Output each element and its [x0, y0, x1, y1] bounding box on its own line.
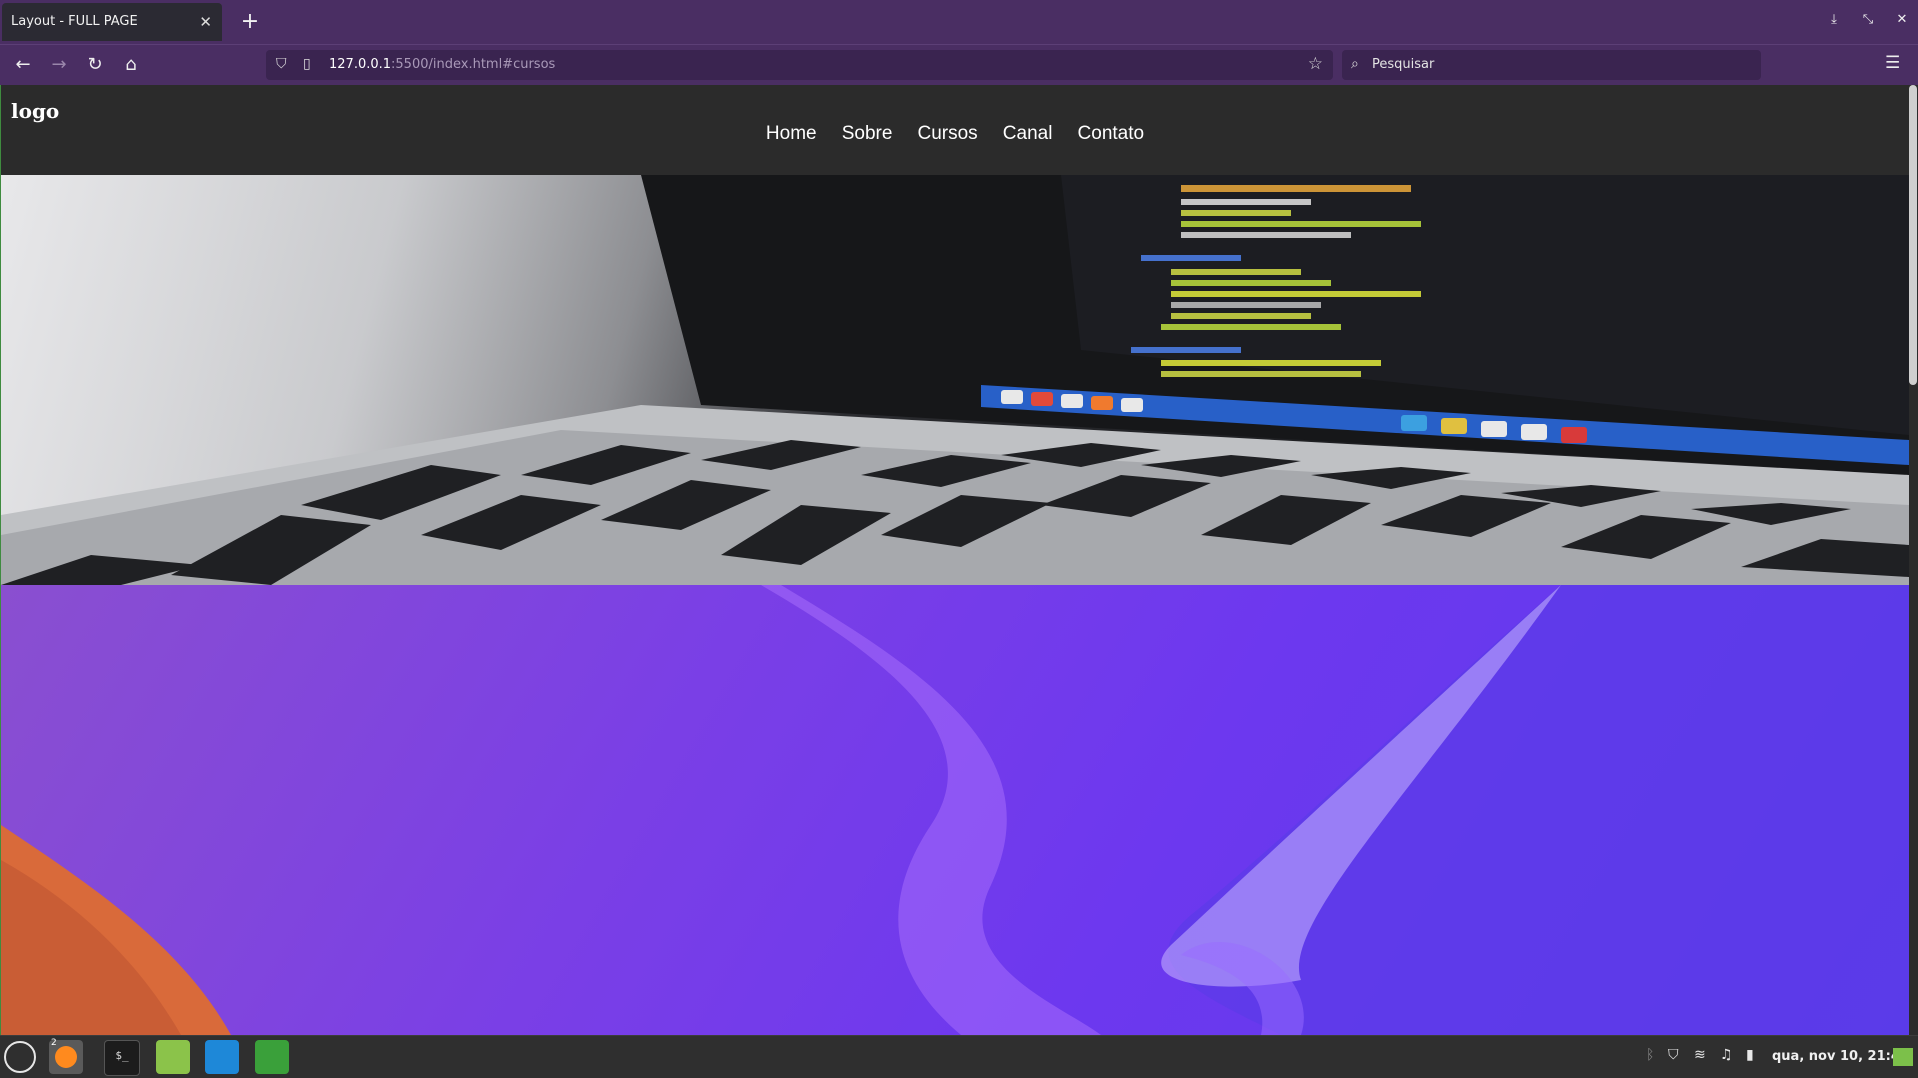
browser-toolbar: ← → ↻ ⌂ ⛉ ▯ 127.0.0.1:5500/index.html#cu… [0, 44, 1918, 85]
mint-menu-icon[interactable] [4, 1041, 36, 1073]
page-icon: ▯ [303, 56, 311, 72]
browser-tab-strip: Layout - FULL PAGE ✕ + ⤓ ⤡ ✕ [0, 0, 1918, 44]
sound-icon[interactable]: ♫ [1720, 1047, 1733, 1063]
search-icon: ⌕ [1351, 56, 1359, 72]
hero-laptop-image [1, 175, 1909, 585]
reload-icon[interactable]: ↻ [83, 53, 107, 77]
clock[interactable]: qua, nov 10, 21:44 [1772, 1036, 1909, 1078]
nav-canal[interactable]: Canal [1003, 123, 1053, 145]
bluetooth-icon[interactable]: ᛒ [1646, 1047, 1654, 1063]
page-scrollbar[interactable] [1909, 85, 1917, 385]
laptop-illustration [1, 175, 1909, 585]
firefox-icon [55, 1046, 77, 1068]
tab-close-icon[interactable]: ✕ [199, 3, 212, 41]
url-path: :5500/index.html#cursos [391, 57, 556, 72]
wifi-icon[interactable]: ≋ [1694, 1047, 1706, 1063]
firefox-window-count: 2 [51, 1038, 57, 1048]
restore-window-icon[interactable]: ⤡ [1858, 12, 1878, 27]
search-placeholder: Pesquisar [1372, 57, 1435, 72]
forward-arrow-icon[interactable]: → [47, 53, 71, 77]
site-header: logo Home Sobre Cursos Canal Contato [1, 85, 1909, 175]
wallpaper-waves [1, 585, 1909, 1035]
download-icon[interactable]: ⤓ [1824, 12, 1844, 27]
tab-layout-full-page[interactable]: Layout - FULL PAGE ✕ [2, 3, 222, 41]
site-logo[interactable]: logo [11, 99, 59, 123]
back-arrow-icon[interactable]: ← [11, 53, 35, 77]
search-input[interactable]: ⌕ Pesquisar [1342, 50, 1761, 80]
url-text[interactable]: 127.0.0.1:5500/index.html#cursos [329, 50, 555, 80]
page-viewport: logo Home Sobre Cursos Canal Contato [0, 85, 1918, 1035]
site-nav: Home Sobre Cursos Canal Contato [1, 123, 1909, 145]
bookmark-star-icon[interactable]: ☆ [1308, 54, 1323, 74]
address-bar[interactable]: ⛉ ▯ 127.0.0.1:5500/index.html#cursos ☆ [266, 50, 1333, 80]
shield-icon[interactable]: ⛉ [276, 56, 287, 72]
desktop-taskbar: 2 $_ ᛒ ⛉ ≋ ♫ ▮ qua, nov 10, 21:44 [0, 1035, 1918, 1078]
show-desktop-button[interactable] [1893, 1048, 1913, 1066]
nav-home[interactable]: Home [766, 123, 817, 145]
close-window-icon[interactable]: ✕ [1892, 12, 1912, 27]
security-shield-icon[interactable]: ⛉ [1668, 1047, 1679, 1063]
shield-app-icon[interactable] [255, 1040, 289, 1074]
url-host: 127.0.0.1 [329, 57, 392, 72]
firefox-taskbar-button[interactable]: 2 [49, 1038, 83, 1074]
new-tab-button[interactable]: + [236, 8, 264, 36]
nav-cursos[interactable]: Cursos [918, 123, 978, 145]
vscode-icon[interactable] [205, 1040, 239, 1074]
nav-sobre[interactable]: Sobre [842, 123, 893, 145]
purple-wallpaper-background [1, 585, 1909, 1035]
nav-contato[interactable]: Contato [1078, 123, 1145, 145]
battery-icon[interactable]: ▮ [1746, 1047, 1754, 1063]
terminal-icon[interactable]: $_ [104, 1040, 140, 1076]
home-icon[interactable]: ⌂ [119, 53, 143, 77]
hamburger-menu-icon[interactable]: ☰ [1885, 53, 1900, 73]
files-folder-icon[interactable] [156, 1040, 190, 1074]
tab-title: Layout - FULL PAGE [11, 14, 138, 29]
